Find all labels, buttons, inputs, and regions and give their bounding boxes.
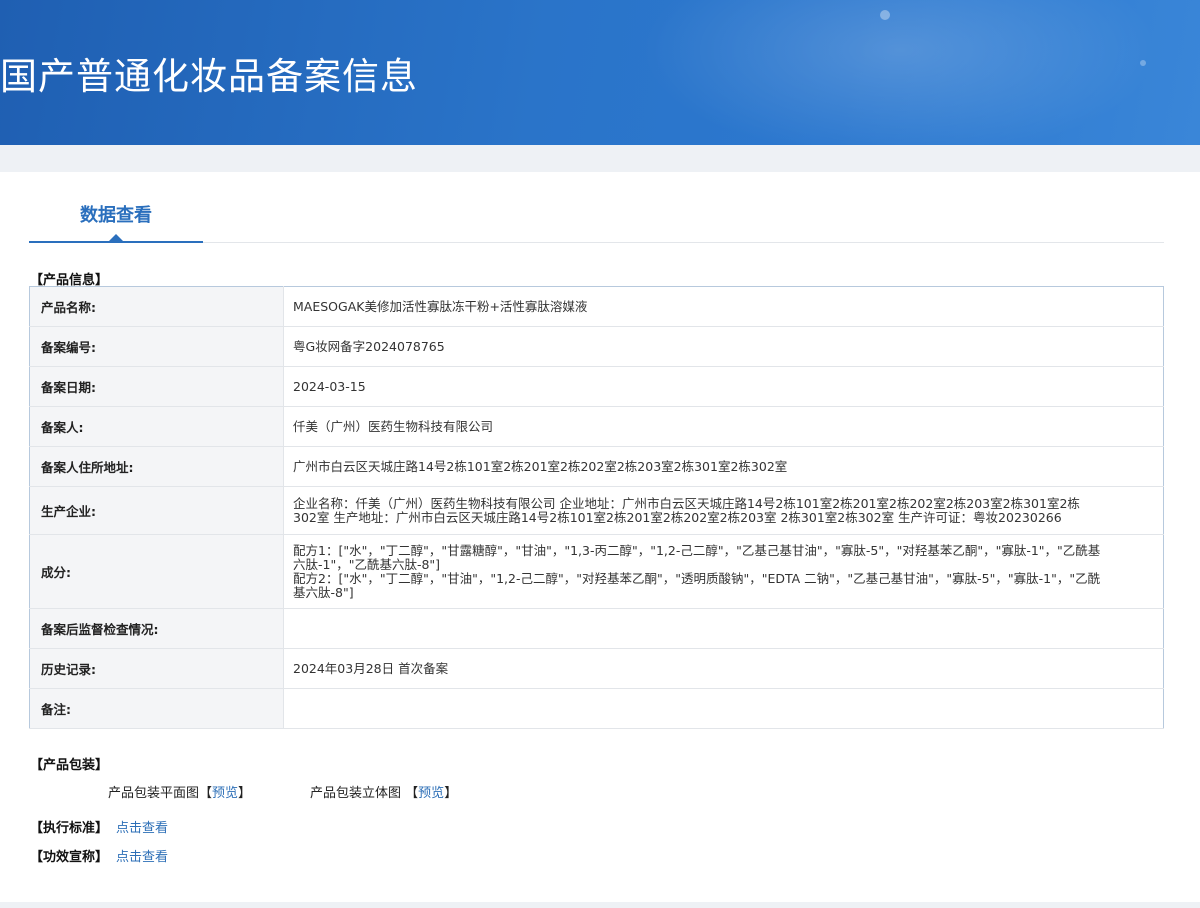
table-row: 备注:: [29, 688, 1164, 729]
row-label-supervision: 备案后监督检查情况:: [29, 608, 284, 649]
package-stereo-preview-link[interactable]: 预览: [418, 786, 444, 801]
tab-active-indicator-icon: [109, 234, 123, 241]
packaging-section-title: 【产品包装】: [30, 758, 109, 773]
tab-data-view[interactable]: 数据查看: [29, 172, 203, 243]
row-label-record-number: 备案编号:: [29, 326, 284, 367]
formula-1-text: 配方1：["水"，"丁二醇"，"甘露糖醇"，"甘油"，"1,3-丙二醇"，"1,…: [293, 542, 1101, 572]
banner-glow: [640, 0, 1160, 145]
bracket-open: 【: [199, 786, 213, 801]
row-label-product-name: 产品名称:: [29, 286, 284, 327]
row-label-registrant: 备案人:: [29, 406, 284, 447]
row-label-ingredients: 成分:: [29, 534, 284, 609]
package-stereo-item: 产品包装立体图 【预览】: [310, 782, 457, 801]
tab-bar: 数据查看: [29, 172, 1164, 243]
content-card: 数据查看 【产品信息】 产品名称: MAESOGAK美修加活性寡肽冻干粉+活性寡…: [0, 172, 1200, 902]
row-value-supervision: [283, 608, 1164, 649]
package-flat-item: 产品包装平面图【预览】: [108, 782, 251, 801]
row-label-manufacturer: 生产企业:: [29, 486, 284, 535]
page-title: 国产普通化妆品备案信息: [0, 55, 418, 98]
standard-view-link[interactable]: 点击查看: [116, 821, 168, 836]
row-label-registrant-address: 备案人住所地址:: [29, 446, 284, 487]
banner-sparkle: [1140, 60, 1146, 66]
efficacy-view-link[interactable]: 点击查看: [116, 850, 168, 865]
efficacy-label: 【功效宣称】: [30, 850, 109, 865]
standard-row: 【执行标准】 点击查看: [30, 817, 168, 836]
product-info-table: 产品名称: MAESOGAK美修加活性寡肽冻干粉+活性寡肽溶媒液 备案编号: 粤…: [29, 286, 1164, 729]
banner-sparkle: [880, 10, 890, 20]
tab-label: 数据查看: [80, 205, 152, 226]
table-row: 备案后监督检查情况:: [29, 608, 1164, 649]
table-row: 备案编号: 粤G妆网备字2024078765: [29, 326, 1164, 367]
row-value-record-number: 粤G妆网备字2024078765: [283, 326, 1164, 367]
row-value-ingredients: 配方1：["水"，"丁二醇"，"甘露糖醇"，"甘油"，"1,3-丙二醇"，"1,…: [283, 534, 1164, 609]
row-value-remarks: [283, 688, 1164, 729]
efficacy-row: 【功效宣称】 点击查看: [30, 846, 168, 865]
header-banner: 国产普通化妆品备案信息: [0, 0, 1200, 145]
row-value-history: 2024年03月28日 首次备案: [283, 648, 1164, 689]
row-label-record-date: 备案日期:: [29, 366, 284, 407]
package-stereo-label: 产品包装立体图: [310, 786, 402, 801]
row-value-record-date: 2024-03-15: [283, 366, 1164, 407]
bracket-close: 】: [444, 786, 458, 801]
standard-label: 【执行标准】: [30, 821, 109, 836]
row-label-history: 历史记录:: [29, 648, 284, 689]
package-flat-preview-link[interactable]: 预览: [212, 786, 238, 801]
bracket-open: 【: [405, 786, 419, 801]
table-row: 备案人: 仟美（广州）医药生物科技有限公司: [29, 406, 1164, 447]
package-flat-label: 产品包装平面图: [108, 786, 200, 801]
table-row: 生产企业: 企业名称：仟美（广州）医药生物科技有限公司 企业地址：广州市白云区天…: [29, 486, 1164, 535]
table-row: 历史记录: 2024年03月28日 首次备案: [29, 648, 1164, 689]
row-value-manufacturer: 企业名称：仟美（广州）医药生物科技有限公司 企业地址：广州市白云区天城庄路14号…: [283, 486, 1164, 535]
formula-2-text: 配方2：["水"，"丁二醇"，"甘油"，"1,2-己二醇"，"对羟基苯乙酮"，"…: [293, 570, 1101, 600]
row-label-remarks: 备注:: [29, 688, 284, 729]
table-row: 产品名称: MAESOGAK美修加活性寡肽冻干粉+活性寡肽溶媒液: [29, 286, 1164, 327]
table-row: 备案日期: 2024-03-15: [29, 366, 1164, 407]
table-row: 备案人住所地址: 广州市白云区天城庄路14号2栋101室2栋201室2栋202室…: [29, 446, 1164, 487]
table-row: 成分: 配方1：["水"，"丁二醇"，"甘露糖醇"，"甘油"，"1,3-丙二醇"…: [29, 534, 1164, 609]
row-value-registrant-address: 广州市白云区天城庄路14号2栋101室2栋201室2栋202室2栋203室2栋3…: [283, 446, 1164, 487]
row-value-registrant: 仟美（广州）医药生物科技有限公司: [283, 406, 1164, 447]
row-value-product-name: MAESOGAK美修加活性寡肽冻干粉+活性寡肽溶媒液: [283, 286, 1164, 327]
bracket-close: 】: [238, 786, 252, 801]
